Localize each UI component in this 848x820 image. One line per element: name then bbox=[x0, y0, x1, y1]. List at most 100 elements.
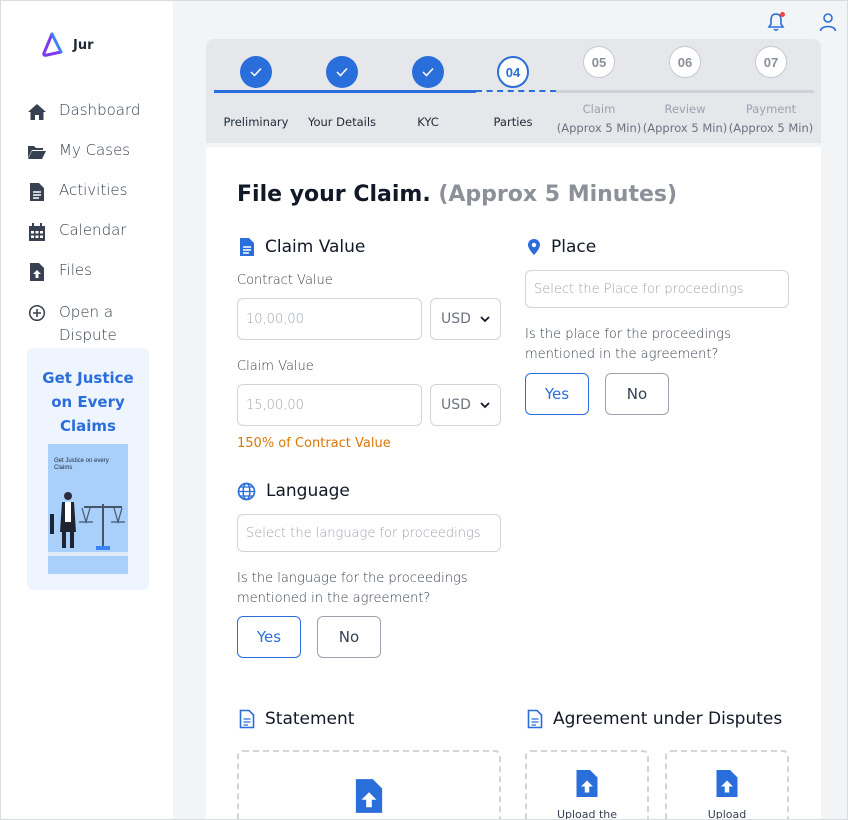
step-number: 04 bbox=[497, 56, 529, 88]
step-number: 06 bbox=[669, 46, 701, 78]
step-label: KYC bbox=[417, 115, 439, 129]
contract-value-label: Contract Value bbox=[237, 273, 333, 288]
language-question: Is the language for the proceedings ment… bbox=[237, 569, 468, 609]
file-upload-icon bbox=[576, 770, 598, 797]
upload-label: Upload bbox=[707, 808, 747, 820]
jur-logo-icon bbox=[42, 32, 63, 57]
sidebar-item-open-dispute[interactable]: Open a Dispute bbox=[27, 301, 167, 349]
language-question-line1: Is the language for the proceedings bbox=[237, 571, 468, 586]
claim-value-label: Claim Value bbox=[237, 359, 314, 374]
lawyer-scale-illustration bbox=[48, 492, 128, 556]
plus-circle-icon bbox=[27, 303, 47, 323]
promo-title-line3: Claims bbox=[60, 417, 116, 435]
sidebar-item-activities[interactable]: Activities bbox=[27, 181, 167, 221]
claim-value-heading: Claim Value bbox=[239, 237, 365, 257]
sidebar-item-label: My Cases bbox=[59, 141, 131, 159]
step-number: 07 bbox=[755, 46, 787, 78]
place-question-line1: Is the place for the proceedings bbox=[525, 327, 731, 342]
sidebar-item-label: Open a Dispute bbox=[59, 301, 117, 347]
claim-currency-select[interactable]: USD bbox=[430, 384, 501, 426]
app-window: Jur Dashboard My Cases Activities Calend… bbox=[0, 0, 848, 820]
statement-heading: Statement bbox=[239, 709, 354, 729]
step-review[interactable]: 06 Review (Approx 5 Min) bbox=[637, 46, 733, 138]
topbar-icons bbox=[765, 11, 839, 33]
sidebar-nav: Dashboard My Cases Activities Calendar F… bbox=[27, 101, 167, 349]
agreement-upload-area-2[interactable]: Upload bbox=[665, 750, 789, 820]
globe-icon bbox=[237, 482, 256, 500]
step-sublabel: (Approx 5 Min) bbox=[728, 121, 814, 135]
sidebar-item-files[interactable]: Files bbox=[27, 261, 167, 301]
calendar-icon bbox=[27, 222, 47, 242]
check-icon bbox=[412, 56, 444, 88]
promo-card[interactable]: Get Justice on Every Claims Get Justice … bbox=[27, 348, 149, 590]
step-label: Parties bbox=[493, 115, 533, 129]
step-label: Claim bbox=[582, 102, 616, 116]
place-question-line2: mentioned in the agreement? bbox=[525, 347, 719, 362]
step-kyc[interactable]: KYC bbox=[380, 56, 476, 132]
document-icon bbox=[27, 182, 47, 202]
page-title-sub: (Approx 5 Minutes) bbox=[438, 182, 678, 207]
document-outline-icon bbox=[239, 709, 255, 729]
step-label: Review bbox=[664, 102, 706, 116]
folder-open-icon bbox=[27, 142, 47, 162]
claim-form-card: File your Claim. (Approx 5 Minutes) Clai… bbox=[206, 147, 821, 820]
agreement-upload-area-1[interactable]: Upload the bbox=[525, 750, 649, 820]
place-yes-button[interactable]: Yes bbox=[525, 373, 589, 415]
step-parties[interactable]: 04 Parties bbox=[465, 56, 561, 132]
language-no-button[interactable]: No bbox=[317, 616, 381, 658]
step-preliminary[interactable]: Preliminary bbox=[208, 56, 304, 132]
logo-text: Jur bbox=[73, 37, 94, 53]
place-input[interactable]: Select the Place for proceedings bbox=[525, 270, 789, 308]
step-claim[interactable]: 05 Claim (Approx 5 Min) bbox=[551, 46, 647, 138]
promo-title-line1: Get Justice bbox=[42, 369, 134, 387]
check-icon bbox=[326, 56, 358, 88]
step-label: Your Details bbox=[307, 115, 377, 129]
select-value: USD bbox=[441, 397, 471, 413]
sidebar: Jur Dashboard My Cases Activities Calend… bbox=[1, 1, 173, 819]
logo[interactable]: Jur bbox=[39, 31, 94, 59]
user-icon bbox=[819, 13, 837, 32]
section-title: Place bbox=[551, 237, 597, 257]
claim-value-input[interactable]: 15,00,00 bbox=[237, 384, 422, 426]
step-sublabel: (Approx 5 Min) bbox=[642, 121, 728, 135]
step-payment[interactable]: 07 Payment (Approx 5 Min) bbox=[723, 46, 819, 138]
chevron-down-icon bbox=[480, 401, 490, 408]
progress-stepper: Preliminary Your Details KYC 04 Parties … bbox=[206, 39, 821, 143]
language-yes-button[interactable]: Yes bbox=[237, 616, 301, 658]
upload-label: Upload the bbox=[556, 808, 618, 820]
sidebar-item-calendar[interactable]: Calendar bbox=[27, 221, 167, 261]
justice-illustration: Get Justice on every Claims bbox=[48, 444, 128, 574]
step-label: Payment bbox=[745, 102, 797, 116]
step-your-details[interactable]: Your Details bbox=[294, 56, 390, 132]
step-sublabel: (Approx 5 Min) bbox=[556, 121, 642, 135]
place-heading: Place bbox=[527, 237, 596, 257]
page-title: File your Claim. (Approx 5 Minutes) bbox=[237, 182, 677, 207]
contract-value-input[interactable]: 10,00,00 bbox=[237, 298, 422, 340]
sidebar-item-label-line2: Dispute bbox=[59, 326, 117, 344]
check-icon bbox=[240, 56, 272, 88]
place-no-button[interactable]: No bbox=[605, 373, 669, 415]
sidebar-item-my-cases[interactable]: My Cases bbox=[27, 141, 167, 181]
statement-upload-area[interactable] bbox=[237, 750, 501, 819]
location-pin-icon bbox=[528, 239, 540, 255]
contract-currency-select[interactable]: USD bbox=[430, 298, 501, 340]
unread-dot bbox=[780, 12, 785, 17]
notification-button[interactable] bbox=[765, 11, 787, 33]
language-heading: Language bbox=[237, 481, 350, 501]
section-title: Agreement under Disputes bbox=[553, 709, 783, 729]
language-question-line2: mentioned in the agreement? bbox=[237, 591, 431, 606]
document-icon bbox=[240, 238, 254, 256]
file-upload-icon bbox=[27, 262, 47, 282]
promo-title: Get Justice on Every Claims bbox=[27, 366, 149, 438]
file-upload-icon bbox=[716, 770, 738, 797]
sidebar-item-dashboard[interactable]: Dashboard bbox=[27, 101, 167, 141]
profile-button[interactable] bbox=[817, 11, 839, 33]
language-input[interactable]: Select the language for proceedings bbox=[237, 514, 501, 552]
claim-ratio-hint: 150% of Contract Value bbox=[237, 436, 391, 451]
file-upload-icon bbox=[355, 779, 383, 813]
sidebar-item-label: Activities bbox=[59, 181, 128, 199]
select-value: USD bbox=[441, 311, 471, 327]
sidebar-item-label-line1: Open a bbox=[59, 303, 114, 321]
agreement-heading: Agreement under Disputes bbox=[527, 709, 782, 729]
promo-title-line2: on Every bbox=[51, 393, 125, 411]
